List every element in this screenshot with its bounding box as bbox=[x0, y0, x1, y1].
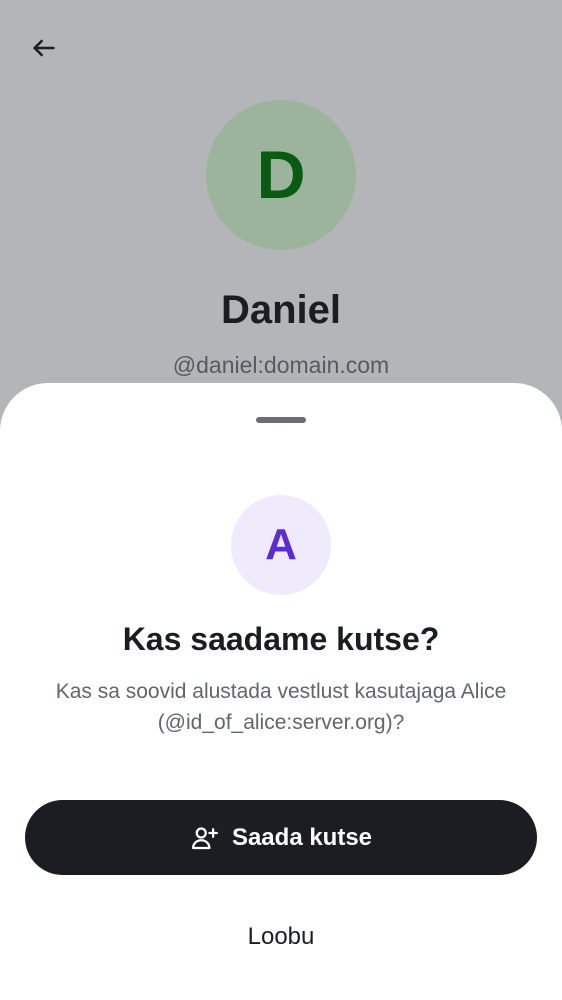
back-button[interactable] bbox=[22, 28, 66, 72]
send-invite-button[interactable]: Saada kutse bbox=[25, 800, 537, 875]
cancel-button[interactable]: Loobu bbox=[181, 909, 381, 965]
profile-avatar: D bbox=[206, 100, 356, 250]
sheet-title: Kas saadame kutse? bbox=[122, 621, 440, 657]
profile-name: Daniel bbox=[220, 288, 342, 332]
profile-handle: @daniel:domain.com bbox=[172, 352, 390, 378]
sheet-description: Kas sa soovid alustada vestlust kasutaja… bbox=[55, 680, 507, 734]
user-plus-icon bbox=[190, 823, 220, 853]
send-invite-label: Saada kutse bbox=[231, 823, 373, 851]
invite-bottom-sheet: A Kas saadame kutse? Kas sa soovid alust… bbox=[0, 383, 562, 1000]
sheet-drag-handle[interactable] bbox=[256, 417, 306, 423]
arrow-left-icon bbox=[30, 34, 58, 67]
invitee-avatar: A bbox=[231, 495, 331, 595]
